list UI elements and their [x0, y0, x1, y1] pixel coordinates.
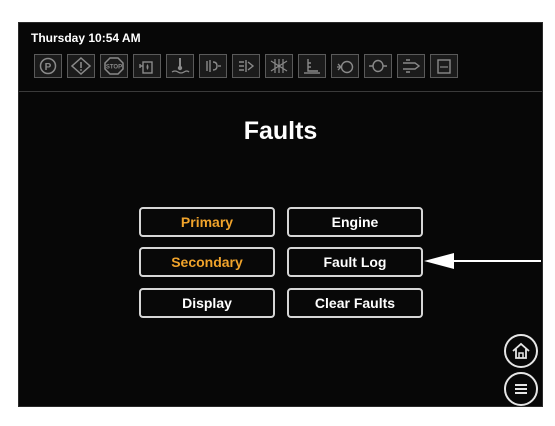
park-brake-icon: P: [34, 54, 62, 78]
status-bar: Thursday 10:54 AM P STOP: [19, 23, 542, 92]
intake-heater-icon: [232, 54, 260, 78]
glow-plug-icon: [199, 54, 227, 78]
warning-icon: [67, 54, 95, 78]
fuel-icon: [133, 54, 161, 78]
primary-button[interactable]: Primary: [139, 207, 275, 237]
oil-level-icon: [298, 54, 326, 78]
water-in-fuel-icon: [397, 54, 425, 78]
air-filter-icon: [265, 54, 293, 78]
menu-icon: [515, 384, 527, 394]
secondary-button[interactable]: Secondary: [139, 247, 275, 277]
home-button[interactable]: [504, 334, 538, 368]
callout-arrow: [424, 253, 541, 269]
menu-button[interactable]: [504, 372, 538, 406]
svg-text:P: P: [45, 62, 52, 73]
display-screen: Thursday 10:54 AM P STOP Faults Primary …: [18, 22, 543, 407]
coolant-temp-icon: [166, 54, 194, 78]
page-title: Faults: [243, 117, 318, 145]
indicator-row: P STOP: [34, 54, 458, 78]
stop-icon: STOP: [100, 54, 128, 78]
fault-log-button[interactable]: Fault Log: [287, 247, 423, 277]
display-button[interactable]: Display: [139, 288, 275, 318]
clear-faults-button[interactable]: Clear Faults: [287, 288, 423, 318]
svg-text:STOP: STOP: [106, 65, 122, 71]
battery-icon: [364, 54, 392, 78]
oil-pressure-icon: [331, 54, 359, 78]
engine-button[interactable]: Engine: [287, 207, 423, 237]
home-icon: [512, 342, 530, 359]
def-tank-icon: [430, 54, 458, 78]
clock: Thursday 10:54 AM: [31, 31, 141, 45]
